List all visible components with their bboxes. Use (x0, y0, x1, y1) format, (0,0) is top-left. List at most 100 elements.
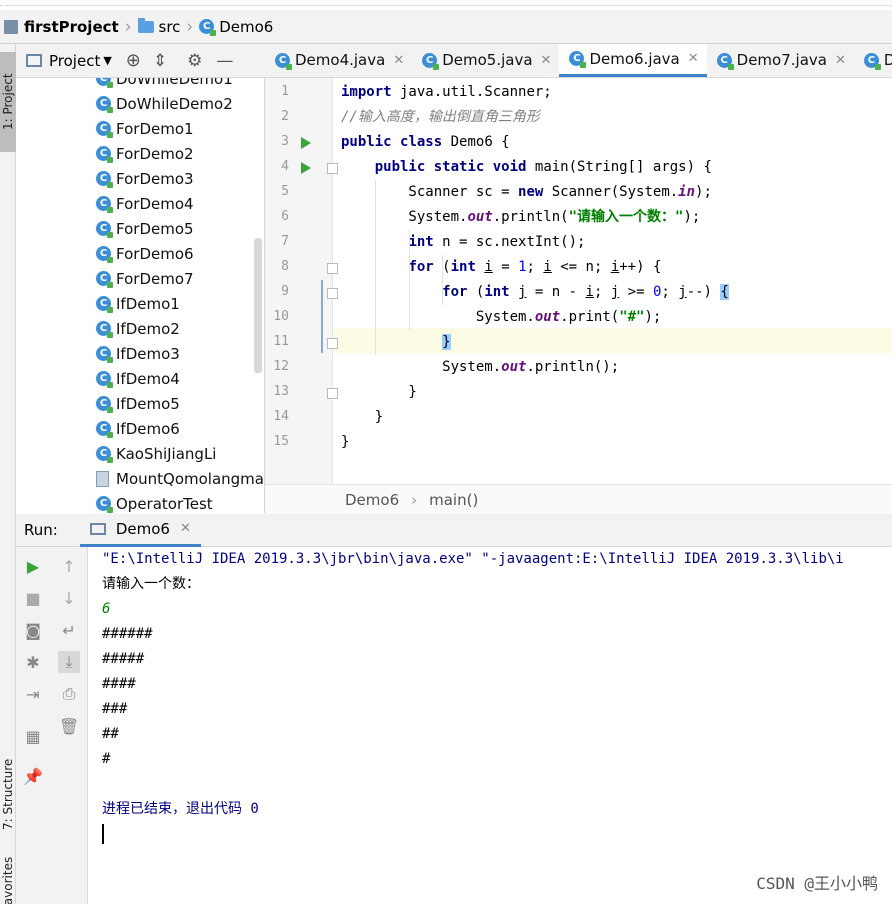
tree-item[interactable]: C ForDemo4 (96, 191, 194, 216)
stop-icon[interactable]: ■ (22, 587, 44, 609)
tree-item[interactable]: C ForDemo3 (96, 166, 194, 191)
gear-icon[interactable]: ⚙ (187, 51, 202, 71)
exit-icon[interactable]: ⇥ (22, 683, 44, 705)
console-line: 6 (102, 601, 111, 617)
tree-item-label: ForDemo6 (116, 244, 194, 263)
tree-item[interactable]: C ForDemo7 (96, 266, 194, 291)
tree-item[interactable]: C KaoShiJiangLi (96, 441, 216, 466)
tree-item[interactable]: C IfDemo3 (96, 341, 180, 366)
java-class-icon: C (716, 52, 734, 70)
line-number: 2 (281, 109, 289, 124)
editor-tab[interactable]: C Demo5.java ✕ (412, 44, 559, 77)
line-number: 13 (273, 384, 289, 399)
tree-item[interactable]: C IfDemo5 (96, 391, 180, 416)
tree-item[interactable]: C DoWhileDemo2 (96, 91, 233, 116)
breadcrumb-file[interactable]: C Demo6 (199, 18, 273, 36)
file-name: Demo6 (219, 17, 274, 36)
breadcrumb-project[interactable]: firstProject (4, 18, 119, 36)
tree-item[interactable]: C ForDemo1 (96, 116, 194, 141)
locate-icon[interactable]: ⊕ (126, 50, 141, 71)
scroll-to-end-icon[interactable]: ⤓ (58, 651, 80, 673)
project-panel-header: Project ▼ ⊕ ⇕ ⚙ — (16, 44, 265, 78)
tree-item[interactable]: C ForDemo5 (96, 216, 194, 241)
print-icon[interactable]: ⎙ (58, 683, 80, 705)
run-label: Run: (24, 521, 58, 539)
tree-item[interactable]: C OperatorTest (96, 491, 213, 513)
project-tool-tab[interactable]: 1: Project (0, 52, 16, 152)
line-number: 3 (281, 134, 289, 149)
line-number: 8 (281, 259, 289, 274)
chevron-right-icon: › (124, 16, 132, 37)
fold-icon[interactable] (327, 388, 338, 399)
code-editor[interactable]: 1 2 3 4 5 6 7 8 9 10 11 12 13 14 15 import java.util.S… (265, 78, 892, 484)
breadcrumb-src[interactable]: src (137, 17, 180, 36)
run-tab-demo6[interactable]: Demo6 ✕ (79, 514, 201, 547)
java-class-icon: C (96, 121, 113, 138)
arrow-up-icon[interactable]: ↑ (58, 555, 80, 577)
line-number: 15 (273, 434, 289, 449)
tree-scrollbar[interactable] (254, 238, 262, 373)
fold-icon[interactable] (327, 288, 338, 299)
project-view-selector[interactable]: Project (49, 52, 100, 70)
structure-tool-tab[interactable]: 7: Structure (0, 734, 16, 854)
java-class-icon: C (863, 52, 881, 70)
breadcrumb-method[interactable]: main() (429, 491, 478, 509)
tree-item-label: KaoShiJiangLi (116, 444, 217, 463)
project-folder-icon (4, 19, 18, 34)
favorites-tool-tab-label: Favorites (1, 856, 15, 904)
tree-item[interactable]: C ForDemo6 (96, 241, 194, 266)
hide-icon[interactable]: — (216, 51, 233, 71)
run-tab-label: Demo6 (115, 519, 170, 538)
debug-icon[interactable]: ✱ (22, 651, 44, 673)
close-icon[interactable]: ✕ (541, 53, 552, 68)
project-name: firstProject (24, 17, 119, 36)
tree-item-label: MountQomolangma (116, 469, 264, 488)
editor-tab[interactable]: CDe (854, 44, 892, 77)
breadcrumb-class[interactable]: Demo6 (345, 491, 399, 509)
tree-item[interactable]: MountQomolangma (96, 466, 264, 491)
project-tool-tab-label: 1: Project (1, 73, 15, 131)
fold-icon[interactable] (327, 338, 338, 349)
run-gutter-icon[interactable] (301, 137, 311, 149)
run-gutter-icon[interactable] (301, 162, 311, 174)
project-view-icon (26, 54, 42, 67)
tree-item[interactable]: C DoWhileDemo1 (96, 78, 233, 91)
run-console[interactable]: "E:\IntelliJ IDEA 2019.3.3\jbr\bin\java.… (88, 547, 892, 904)
tree-item-label: ForDemo7 (116, 269, 194, 288)
tree-item[interactable]: C IfDemo6 (96, 416, 180, 441)
java-class-icon: C (96, 496, 113, 513)
editor-tab[interactable]: C Demo7.java ✕ (707, 44, 854, 77)
editor-gutter: 1 2 3 4 5 6 7 8 9 10 11 12 13 14 15 (265, 78, 338, 484)
trash-icon[interactable]: 🗑 (58, 715, 80, 737)
navigation-bar: firstProject › src › C Demo6 (0, 10, 892, 44)
close-icon[interactable]: ✕ (393, 53, 404, 68)
tree-item-label: IfDemo1 (116, 294, 180, 313)
dropdown-icon[interactable]: ▼ (103, 54, 111, 67)
rerun-icon[interactable]: ▶ (22, 555, 44, 577)
editor-tab[interactable]: C Demo4.java ✕ (265, 44, 412, 77)
close-icon[interactable]: ✕ (835, 53, 846, 68)
tree-item[interactable]: C IfDemo1 (96, 291, 180, 316)
collapse-icon[interactable]: ⇕ (153, 51, 167, 71)
close-icon[interactable]: ✕ (180, 521, 191, 536)
console-line: "E:\IntelliJ IDEA 2019.3.3\jbr\bin\java.… (102, 551, 844, 567)
editor-tab[interactable]: C Demo6.java ✕ (559, 44, 707, 77)
java-class-icon: C (96, 446, 113, 463)
close-icon[interactable]: ✕ (688, 51, 699, 66)
console-line: ### (102, 701, 128, 717)
java-class-icon: C (422, 52, 440, 70)
fold-icon[interactable] (327, 163, 338, 174)
java-class-icon: C (569, 51, 587, 68)
pin-icon[interactable]: 📌 (22, 765, 44, 787)
tree-item[interactable]: C IfDemo4 (96, 366, 180, 391)
java-class-icon: C (96, 78, 113, 88)
tree-item[interactable]: C IfDemo2 (96, 316, 180, 341)
layout-icon[interactable]: ▦ (22, 725, 44, 747)
camera-icon[interactable]: ◙ (22, 619, 44, 641)
arrow-down-icon[interactable]: ↓ (58, 587, 80, 609)
tree-item[interactable]: C ForDemo2 (96, 141, 194, 166)
chevron-right-icon: › (411, 490, 418, 509)
soft-wrap-icon[interactable]: ↵ (58, 619, 80, 641)
fold-icon[interactable] (327, 263, 338, 274)
favorites-tool-tab[interactable]: Favorites (0, 854, 16, 904)
